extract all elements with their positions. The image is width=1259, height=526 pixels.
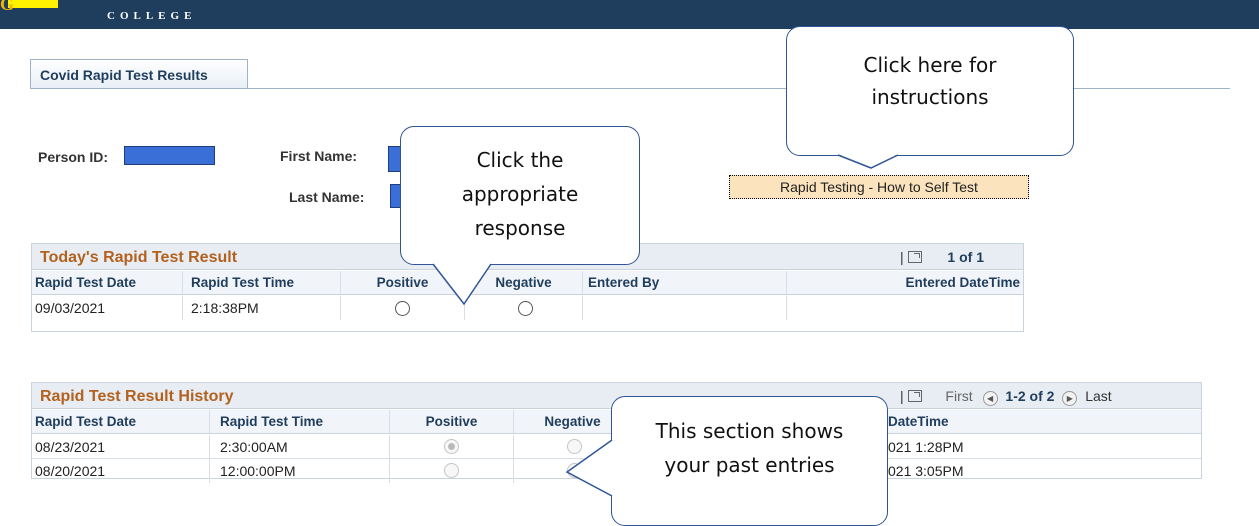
- history-callout-tail: [565, 439, 613, 497]
